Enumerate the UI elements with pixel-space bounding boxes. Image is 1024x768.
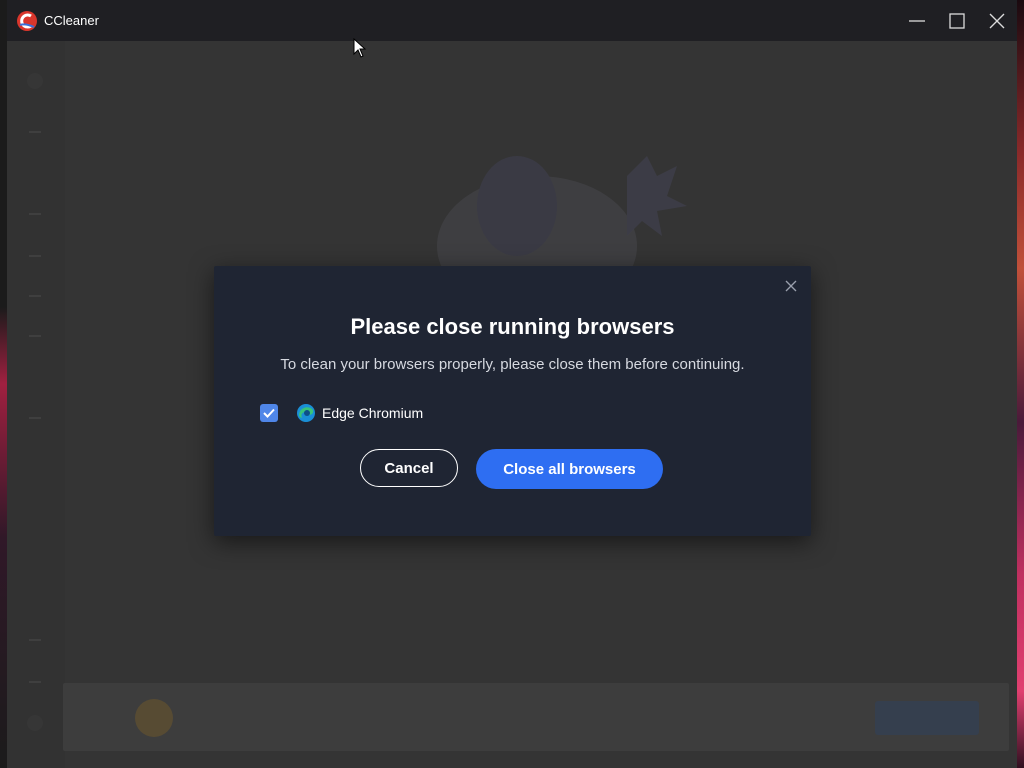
- cancel-button[interactable]: Cancel: [360, 449, 458, 487]
- maximize-icon: [949, 12, 965, 29]
- window-controls: [897, 0, 1017, 41]
- dialog-title: Please close running browsers: [350, 314, 675, 339]
- edge-icon: [297, 404, 315, 422]
- mouse-cursor-icon: [353, 38, 367, 58]
- dialog-close-button[interactable]: [783, 278, 799, 294]
- desktop-background-right: [1016, 0, 1024, 768]
- close-icon: [785, 280, 797, 292]
- close-icon: [989, 13, 1005, 28]
- checkmark-icon: [263, 408, 275, 418]
- minimize-button[interactable]: [897, 0, 937, 41]
- ccleaner-logo-icon: [17, 10, 37, 31]
- close-all-browsers-button[interactable]: Close all browsers: [476, 449, 663, 489]
- maximize-button[interactable]: [937, 0, 977, 41]
- close-browsers-dialog: Please close running browsers To clean y…: [214, 266, 811, 536]
- browser-list-item[interactable]: Edge Chromium: [260, 403, 423, 423]
- title-bar[interactable]: CCleaner: [7, 0, 1017, 41]
- minimize-icon: [909, 19, 925, 22]
- browser-checkbox[interactable]: [260, 404, 278, 422]
- close-window-button[interactable]: [977, 0, 1017, 41]
- app-title: CCleaner: [44, 13, 99, 28]
- browser-label: Edge Chromium: [322, 405, 424, 421]
- dialog-subtitle: To clean your browsers properly, please …: [280, 356, 745, 373]
